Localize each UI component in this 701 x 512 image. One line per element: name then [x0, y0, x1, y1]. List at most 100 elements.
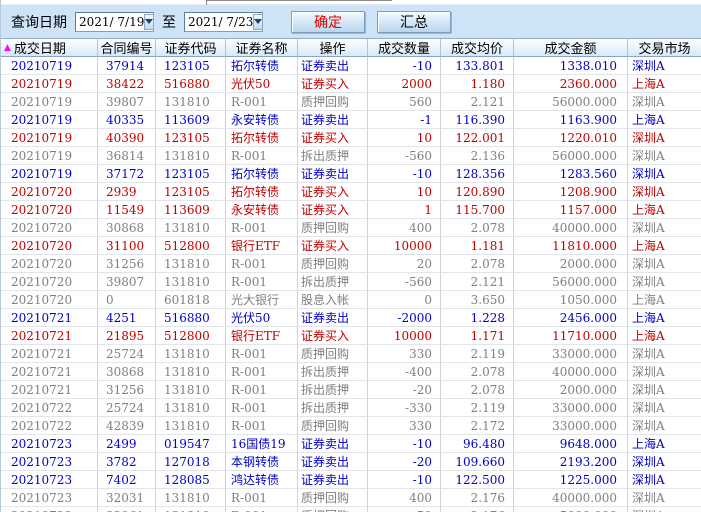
cell-security-code: 131810	[156, 507, 226, 512]
column-header-0[interactable]: ▲ 成交日期	[1, 39, 98, 57]
table-row[interactable]: 20210720 31100 512800 银行ETF 证券买入 10000 1.181 11…	[1, 237, 701, 255]
date-from-input[interactable]: 2021/ 7/19	[75, 11, 155, 32]
table-row[interactable]: 20210721 4251 516880 光伏50 证券卖出 -2000 1.228 2456…	[1, 309, 701, 327]
table-row[interactable]: 20210723 32031 131810 R-001 质押回购 400 2.176 4000…	[1, 489, 701, 507]
cell-market: 深圳A	[628, 183, 701, 201]
cell-operation: 证券卖出	[298, 453, 368, 471]
cell-operation: 证券买入	[298, 201, 368, 219]
cell-amount: 5000.000	[514, 507, 628, 512]
table-row[interactable]: 20210721 25724 131810 R-001 质押回购 330 2.119 3300…	[1, 345, 701, 363]
cell-market: 上海A	[628, 435, 701, 453]
table-row[interactable]: 20210719 37914 123105 拓尔转债 证券卖出 -10 133.801 133…	[1, 57, 701, 75]
cell-avg-price: 2.176	[441, 507, 514, 512]
table-row[interactable]: 20210723 7402 128085 鸿达转债 证券卖出 -10 122.500 1225…	[1, 471, 701, 489]
table-row[interactable]: 20210719 37172 123105 拓尔转债 证券卖出 -10 128.356 128…	[1, 165, 701, 183]
table-row[interactable]: 20210720 31256 131810 R-001 质押回购 20 2.078 2000.…	[1, 255, 701, 273]
column-header-6[interactable]: 成交均价	[441, 39, 514, 57]
cell-quantity: -20	[368, 381, 441, 399]
date-to-input[interactable]: 2021/ 7/23	[184, 11, 264, 32]
table-row[interactable]: 20210719 38422 516880 光伏50 证券买入 2000 1.180 2360…	[1, 75, 701, 93]
cell-amount: 56000.000	[514, 147, 628, 165]
column-header-1[interactable]: 合同编号	[98, 39, 156, 57]
table-row[interactable]: 20210720 0 601818 光大银行 股息入帐 0 3.650 1050.000 上海A	[1, 291, 701, 309]
table-row[interactable]: 20210722 25724 131810 R-001 拆出质押 -330 2.119 330…	[1, 399, 701, 417]
cell-market: 深圳A	[628, 129, 701, 147]
table-body: 20210719 37914 123105 拓尔转债 证券卖出 -10 133.801 133…	[1, 57, 701, 512]
query-date-label: 查询日期	[11, 14, 67, 31]
cell-operation: 证券买入	[298, 129, 368, 147]
cell-trade-date: 20210720	[1, 237, 98, 255]
cell-amount: 2193.200	[514, 453, 628, 471]
column-header-3[interactable]: 证券名称	[226, 39, 298, 57]
cell-security-code: 516880	[156, 309, 226, 327]
cell-avg-price: 2.119	[441, 399, 514, 417]
cell-market: 深圳A	[628, 57, 701, 75]
cell-operation: 拆出质押	[298, 399, 368, 417]
column-header-label: 成交日期	[13, 42, 66, 57]
cell-trade-date: 20210721	[1, 381, 98, 399]
cell-contract-no: 40335	[98, 111, 156, 129]
cell-trade-date: 20210720	[1, 183, 98, 201]
cell-security-name: R-001	[226, 507, 298, 512]
cell-security-name: R-001	[226, 345, 298, 363]
table-row[interactable]: 20210723 3782 127018 本钢转债 证券卖出 -20 109.660 2193…	[1, 453, 701, 471]
table-row[interactable]: 20210719 40335 113609 永安转债 证券卖出 -1 116.390 1163…	[1, 111, 701, 129]
column-header-label: 交易市场	[638, 42, 691, 57]
date-from-value: 2021/ 7/19	[79, 14, 145, 29]
cell-market: 上海A	[628, 327, 701, 345]
cell-avg-price: 1.180	[441, 75, 514, 93]
table-row[interactable]: 20210719 40390 123105 拓尔转债 证券买入 10 122.001 1220…	[1, 129, 701, 147]
cell-trade-date: 20210719	[1, 93, 98, 111]
confirm-button[interactable]: 确定	[291, 10, 365, 33]
table-row[interactable]: 20210720 11549 113609 永安转债 证券买入 1 115.700 1157.…	[1, 201, 701, 219]
cell-contract-no: 37172	[98, 165, 156, 183]
cell-security-name: 本钢转债	[226, 453, 298, 471]
table-row[interactable]: 20210720 39807 131810 R-001 拆出质押 -560 2.121 560…	[1, 273, 701, 291]
table-row[interactable]: 20210722 42839 131810 R-001 质押回购 330 2.172 3300…	[1, 417, 701, 435]
table-row[interactable]: 20210720 30868 131810 R-001 质押回购 400 2.078 4000…	[1, 219, 701, 237]
date-to-dropdown-button[interactable]	[253, 13, 264, 30]
cell-security-name: 16国债19	[226, 435, 298, 453]
cell-contract-no: 32961	[98, 507, 156, 512]
cell-security-code: 123105	[156, 183, 226, 201]
cell-security-code: 512800	[156, 327, 226, 345]
table-row[interactable]: 2021072332961131810R-001质押回购502.1765000.…	[1, 507, 701, 512]
cell-trade-date: 20210719	[1, 129, 98, 147]
cell-operation: 股息入帐	[298, 291, 368, 309]
cell-market: 深圳A	[628, 147, 701, 165]
cell-operation: 质押回购	[298, 219, 368, 237]
chevron-down-icon	[254, 19, 263, 24]
cell-quantity: 400	[368, 489, 441, 507]
cell-quantity: -10	[368, 57, 441, 75]
summary-button[interactable]: 汇总	[377, 10, 451, 33]
table-row[interactable]: 20210721 31256 131810 R-001 拆出质押 -20 2.078 2000…	[1, 381, 701, 399]
column-header-2[interactable]: 证券代码	[156, 39, 226, 57]
cell-amount: 11710.000	[514, 327, 628, 345]
column-header-8[interactable]: 交易市场	[628, 39, 701, 57]
cell-security-name: R-001	[226, 399, 298, 417]
cell-security-code: 512800	[156, 237, 226, 255]
cell-amount: 2000.000	[514, 381, 628, 399]
cell-amount: 11810.000	[514, 237, 628, 255]
column-header-7[interactable]: 成交金额	[514, 39, 628, 57]
table-row[interactable]: 20210723 2499 019547 16国债19 证券卖出 -10 96.480 964…	[1, 435, 701, 453]
table-row[interactable]: 20210719 39807 131810 R-001 质押回购 560 2.121 5600…	[1, 93, 701, 111]
cell-quantity: -560	[368, 147, 441, 165]
table-row[interactable]: 20210719 36814 131810 R-001 拆出质押 -560 2.136 560…	[1, 147, 701, 165]
cell-operation: 证券卖出	[298, 111, 368, 129]
cell-market: 深圳A	[628, 399, 701, 417]
table-row[interactable]: 20210720 2939 123105 拓尔转债 证券买入 10 120.890 1208.…	[1, 183, 701, 201]
cell-quantity: -10	[368, 165, 441, 183]
table-row[interactable]: 20210721 21895 512800 银行ETF 证券买入 10000 1.171 11…	[1, 327, 701, 345]
column-header-4[interactable]: 操作	[298, 39, 368, 57]
cell-avg-price: 1.171	[441, 327, 514, 345]
cell-operation: 证券卖出	[298, 435, 368, 453]
cell-security-code: 019547	[156, 435, 226, 453]
date-from-dropdown-button[interactable]	[144, 13, 155, 30]
cell-security-code: 127018	[156, 453, 226, 471]
table-row[interactable]: 20210721 30868 131810 R-001 拆出质押 -400 2.078 400…	[1, 363, 701, 381]
column-header-5[interactable]: 成交数量	[368, 39, 441, 57]
cell-security-code: 113609	[156, 201, 226, 219]
cell-market: 深圳A	[628, 93, 701, 111]
cell-operation: 证券卖出	[298, 471, 368, 489]
